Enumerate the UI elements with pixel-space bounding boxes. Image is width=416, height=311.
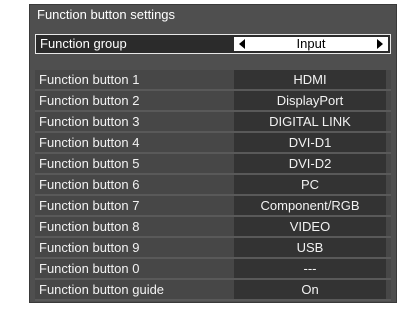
panel-title: Function button settings [37,7,176,22]
function-button-value[interactable]: DVI-D2 [234,154,386,173]
function-button-value[interactable]: PC [234,175,386,194]
function-button-label: Function button 7 [39,198,140,213]
function-button-value[interactable]: DIGITAL LINK [234,112,386,131]
function-button-row-6[interactable]: Function button 6 PC [35,175,391,196]
function-group-value: Input [296,36,326,51]
function-button-label: Function button 8 [39,219,140,234]
function-button-guide-label: Function button guide [39,282,165,297]
function-button-label: Function button 2 [39,93,140,108]
function-button-row-4[interactable]: Function button 4 DVI-D1 [35,133,391,154]
function-button-row-3[interactable]: Function button 3 DIGITAL LINK [35,112,391,133]
function-button-guide-row[interactable]: Function button guide On [35,280,391,301]
function-button-row-9[interactable]: Function button 9 USB [35,238,391,259]
function-button-value[interactable]: VIDEO [234,217,386,236]
function-button-row-5[interactable]: Function button 5 DVI-D2 [35,154,391,175]
function-button-label: Function button 5 [39,156,140,171]
function-button-row-7[interactable]: Function button 7 Component/RGB [35,196,391,217]
function-button-guide-value[interactable]: On [234,280,386,299]
function-button-label: Function button 9 [39,240,140,255]
function-button-value[interactable]: HDMI [234,70,386,89]
function-button-value[interactable]: USB [234,238,386,257]
function-button-label: Function button 6 [39,177,140,192]
function-button-value[interactable]: DVI-D1 [234,133,386,152]
function-button-value[interactable]: DisplayPort [234,91,386,110]
function-button-label: Function button 1 [39,72,140,87]
function-button-value[interactable]: --- [234,259,386,278]
function-button-label: Function button 4 [39,135,140,150]
right-arrow-icon[interactable] [377,39,383,49]
function-button-row-2[interactable]: Function button 2 DisplayPort [35,91,391,112]
function-button-label: Function button 0 [39,261,140,276]
function-button-row-0[interactable]: Function button 0 --- [35,259,391,280]
function-button-label: Function button 3 [39,114,140,129]
function-button-settings-panel: Function button settings Function group … [29,4,397,303]
function-button-row-1[interactable]: Function button 1 HDMI [35,70,391,91]
function-button-value[interactable]: Component/RGB [234,196,386,215]
function-button-list: Function button 1 HDMI Function button 2… [35,70,391,301]
function-group-label: Function group [40,36,127,51]
function-group-selector[interactable]: Input [234,37,388,51]
function-button-row-8[interactable]: Function button 8 VIDEO [35,217,391,238]
function-group-row[interactable]: Function group Input [35,34,391,54]
